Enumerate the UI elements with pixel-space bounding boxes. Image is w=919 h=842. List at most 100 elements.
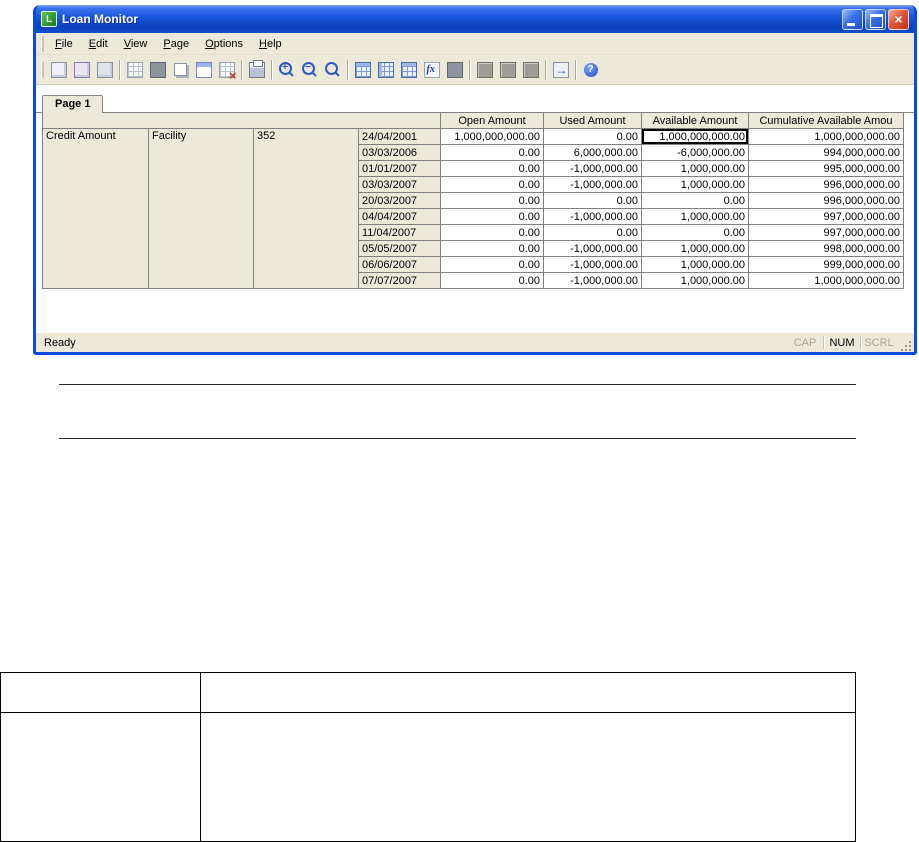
used-amount-cell[interactable]: -1,000,000.00 — [543, 240, 642, 257]
chart-button[interactable] — [443, 58, 466, 82]
cumulative-available-cell[interactable]: 996,000,000.00 — [748, 192, 904, 209]
used-amount-cell[interactable]: 0.00 — [543, 192, 642, 209]
open-amount-cell[interactable]: 0.00 — [440, 256, 544, 273]
doc-table-header-cell — [200, 672, 856, 713]
used-amount-cell[interactable]: 0.00 — [543, 224, 642, 241]
date-cell[interactable]: 11/04/2007 — [358, 224, 441, 241]
available-amount-cell[interactable]: 0.00 — [641, 192, 749, 209]
row-label-facility-id[interactable]: 352 — [253, 128, 359, 289]
block-c-button[interactable] — [519, 58, 542, 82]
date-cell[interactable]: 03/03/2007 — [358, 176, 441, 193]
resize-grip[interactable] — [899, 339, 912, 352]
menu-help[interactable]: Help — [251, 35, 290, 53]
used-amount-cell[interactable]: 0.00 — [543, 128, 642, 145]
cumulative-available-cell[interactable]: 995,000,000.00 — [748, 160, 904, 177]
cumulative-available-cell[interactable]: 997,000,000.00 — [748, 224, 904, 241]
new-report-button[interactable] — [47, 58, 70, 82]
row-label-credit-amount[interactable]: Credit Amount — [42, 128, 149, 289]
date-cell[interactable]: 07/07/2007 — [358, 272, 441, 289]
cumulative-available-cell[interactable]: 994,000,000.00 — [748, 144, 904, 161]
cumulative-available-cell[interactable]: 998,000,000.00 — [748, 240, 904, 257]
date-cell[interactable]: 20/03/2007 — [358, 192, 441, 209]
available-amount-cell[interactable]: 1,000,000.00 — [641, 176, 749, 193]
row-label-facility[interactable]: Facility — [148, 128, 254, 289]
document-table-body-row — [0, 712, 856, 842]
open-amount-cell[interactable]: 0.00 — [440, 160, 544, 177]
open-report-button[interactable] — [70, 58, 93, 82]
open-report-icon — [73, 61, 90, 78]
maximize-button[interactable] — [865, 8, 886, 30]
open-amount-cell[interactable]: 0.00 — [440, 192, 544, 209]
new-report-icon — [50, 61, 67, 78]
used-amount-cell[interactable]: 6,000,000.00 — [543, 144, 642, 161]
used-amount-cell[interactable]: -1,000,000.00 — [543, 176, 642, 193]
open-amount-cell[interactable]: 0.00 — [440, 176, 544, 193]
app-icon[interactable]: L — [41, 11, 57, 27]
go-button[interactable] — [549, 58, 572, 82]
block-a-button[interactable] — [473, 58, 496, 82]
zoom-custom-button[interactable] — [321, 58, 344, 82]
delete-grid-button[interactable] — [215, 58, 238, 83]
zoom-out-button[interactable] — [298, 58, 321, 82]
open-amount-cell[interactable]: 0.00 — [440, 240, 544, 257]
grid-button[interactable] — [123, 58, 146, 82]
copy-grid-button[interactable] — [169, 58, 192, 82]
cumulative-available-cell[interactable]: 1,000,000,000.00 — [748, 128, 904, 145]
open-amount-cell[interactable]: 0.00 — [440, 208, 544, 225]
available-amount-cell[interactable]: 1,000,000.00 — [641, 272, 749, 289]
client-area: Page 1 Open Amount Used Amount Available… — [36, 85, 914, 332]
paste-grid-button[interactable] — [192, 58, 215, 82]
print-button[interactable] — [245, 58, 268, 82]
save-report-button[interactable] — [93, 58, 116, 82]
table-icon — [354, 61, 371, 78]
table-columns-button[interactable] — [374, 58, 397, 82]
title-bar[interactable]: L Loan Monitor — [36, 5, 914, 33]
close-button[interactable] — [888, 8, 909, 30]
fill-grid-button[interactable] — [146, 58, 169, 82]
menu-edit[interactable]: Edit — [81, 35, 116, 53]
open-amount-cell[interactable]: 0.00 — [440, 144, 544, 161]
used-amount-cell[interactable]: -1,000,000.00 — [543, 160, 642, 177]
menu-file[interactable]: File — [47, 35, 81, 53]
cumulative-available-cell[interactable]: 997,000,000.00 — [748, 208, 904, 225]
date-cell[interactable]: 24/04/2001 — [358, 128, 441, 145]
minimize-button[interactable] — [842, 8, 863, 30]
block-b-button[interactable] — [496, 58, 519, 82]
date-cell[interactable]: 03/03/2006 — [358, 144, 441, 161]
zoom-in-button[interactable] — [275, 58, 298, 82]
open-amount-cell[interactable]: 0.00 — [440, 272, 544, 289]
tab-page-1[interactable]: Page 1 — [42, 95, 104, 113]
available-amount-cell[interactable]: 0.00 — [641, 224, 749, 241]
tab-strip: Page 1 — [36, 85, 914, 113]
cumulative-available-cell[interactable]: 999,000,000.00 — [748, 256, 904, 273]
date-cell[interactable]: 05/05/2007 — [358, 240, 441, 257]
available-amount-cell[interactable]: 1,000,000.00 — [641, 208, 749, 225]
available-amount-cell[interactable]: 1,000,000.00 — [641, 256, 749, 273]
used-amount-cell[interactable]: -1,000,000.00 — [543, 208, 642, 225]
table-rows-icon — [400, 61, 417, 78]
cumulative-available-cell[interactable]: 1,000,000,000.00 — [748, 272, 904, 289]
menu-options[interactable]: Options — [197, 35, 251, 53]
menu-page[interactable]: Page — [155, 35, 197, 53]
available-amount-cell[interactable]: -6,000,000.00 — [641, 144, 749, 161]
available-amount-cell[interactable]: 1,000,000.00 — [641, 160, 749, 177]
used-amount-cell[interactable]: -1,000,000.00 — [543, 272, 642, 289]
toolbar-grip[interactable] — [41, 61, 44, 78]
document-table — [0, 672, 856, 842]
open-amount-cell[interactable]: 0.00 — [440, 224, 544, 241]
menu-grip[interactable] — [41, 35, 44, 52]
date-cell[interactable]: 04/04/2007 — [358, 208, 441, 225]
tab-page-1-label: Page 1 — [55, 98, 91, 110]
help-button[interactable] — [579, 58, 602, 82]
available-amount-cell-selected[interactable]: 1,000,000,000.00 — [641, 128, 749, 145]
table-button[interactable] — [351, 58, 374, 82]
date-cell[interactable]: 01/01/2007 — [358, 160, 441, 177]
formula-button[interactable] — [420, 58, 443, 82]
table-rows-button[interactable] — [397, 58, 420, 82]
cumulative-available-cell[interactable]: 996,000,000.00 — [748, 176, 904, 193]
open-amount-cell[interactable]: 1,000,000,000.00 — [440, 128, 544, 145]
menu-view[interactable]: View — [116, 35, 156, 53]
available-amount-cell[interactable]: 1,000,000.00 — [641, 240, 749, 257]
date-cell[interactable]: 06/06/2007 — [358, 256, 441, 273]
used-amount-cell[interactable]: -1,000,000.00 — [543, 256, 642, 273]
